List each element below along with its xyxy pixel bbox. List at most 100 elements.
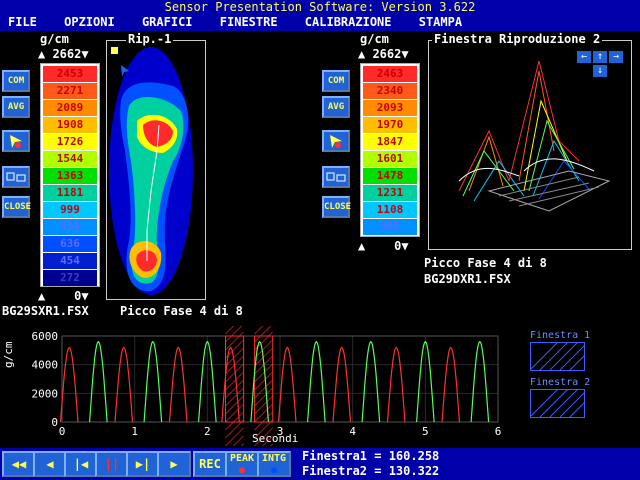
right-unit-label: g/cm: [360, 32, 389, 46]
right-3d-window: ← ↑ → ↓: [428, 40, 632, 250]
window-toggle-button[interactable]: [2, 166, 30, 188]
peak-label: PEAK: [229, 453, 255, 464]
left-scale-cell: 2271: [43, 83, 97, 99]
left-scale-cell: 1726: [43, 134, 97, 150]
rewind-fast-button[interactable]: ◀◀: [2, 451, 36, 477]
arrow-left-icon[interactable]: ←: [577, 51, 591, 63]
series-1-peak: [114, 346, 134, 423]
avg-button[interactable]: AVG: [2, 96, 30, 118]
left-footprint-window: [106, 40, 206, 300]
com-button[interactable]: COM: [2, 70, 30, 92]
rewind-button[interactable]: ◀: [33, 451, 67, 477]
right-min-label[interactable]: ▲ 0▼: [358, 240, 409, 253]
series-1-peak: [168, 346, 188, 423]
arrow-down-icon[interactable]: ↓: [593, 65, 607, 77]
cursor-tool-button[interactable]: [2, 130, 30, 152]
menu-calibrazione[interactable]: CALIBRAZIONE: [305, 15, 392, 29]
left-window-title: Rip.-1: [126, 32, 174, 46]
hatch-line: [225, 403, 244, 423]
avg-button-2[interactable]: AVG: [322, 96, 350, 118]
left-scale-cell: 818: [43, 219, 97, 235]
app-title: Sensor Presentation Software: Version 3.…: [0, 0, 640, 14]
series-2-peak: [361, 340, 381, 423]
x-tick-label: 1: [131, 425, 138, 438]
right-scale-cell: 2463: [363, 66, 417, 82]
cursor-tool-button-2[interactable]: [322, 130, 350, 152]
left-min-label[interactable]: ▲ 0▼: [38, 290, 89, 303]
hatch-line: [254, 371, 273, 391]
windows-icon: [6, 172, 26, 182]
legend-finestra2-swatch[interactable]: [530, 389, 586, 419]
left-scale-cell: 272: [43, 270, 97, 286]
hatch-line: [254, 387, 273, 407]
right-scale-cell: 985: [363, 219, 417, 235]
arrow-right-icon[interactable]: →: [609, 51, 623, 63]
right-scale-cell: 1108: [363, 202, 417, 218]
hatch-line: [254, 403, 273, 423]
legend-finestra1-label: Finestra 1: [530, 330, 591, 341]
y-tick-label: 4000: [32, 359, 59, 372]
hatch-line: [225, 411, 244, 431]
left-scale-cell: 2089: [43, 100, 97, 116]
intg-button[interactable]: INTG ●: [257, 451, 291, 477]
left-scale-cell: 1544: [43, 151, 97, 167]
left-color-scale: 2453 2271 2089 1908 1726 1544 1363 1181 999 818 63…: [40, 63, 100, 287]
menu-opzioni[interactable]: OPZIONI: [64, 15, 115, 29]
left-scale-cell: 636: [43, 236, 97, 252]
peak-button[interactable]: PEAK ●: [225, 451, 259, 477]
x-tick-label: 0: [59, 425, 66, 438]
left-scale-cell: 1181: [43, 185, 97, 201]
blue-dot-icon: ●: [270, 465, 278, 476]
intg-label: INTG: [261, 453, 287, 464]
menu-bar: FILE OPZIONI GRAFICI FINESTRE CALIBRAZIO…: [0, 14, 640, 31]
right-scale-cell: 1847: [363, 134, 417, 150]
series-2-peak: [250, 340, 269, 423]
right-window-title: Finestra Riproduzione 2: [432, 32, 603, 46]
series-1-peak: [386, 346, 406, 423]
rec-button[interactable]: REC: [193, 451, 227, 477]
legend-finestra1-swatch[interactable]: [530, 342, 586, 372]
right-max-label[interactable]: ▲ 2662▼: [358, 48, 409, 61]
menu-stampa[interactable]: STAMPA: [419, 15, 462, 29]
hatch-line: [233, 435, 244, 446]
right-phase-label: Picco Fase 4 di 8: [424, 256, 547, 270]
series-2-peak: [89, 340, 108, 423]
pause-button[interactable]: ||: [95, 451, 129, 477]
to-end-button[interactable]: ▶|: [126, 451, 160, 477]
com-button-2[interactable]: COM: [322, 70, 350, 92]
hatch-line: [225, 331, 244, 351]
x-tick-label: 6: [495, 425, 502, 438]
close-button-2[interactable]: CLOSE: [322, 196, 351, 218]
play-button[interactable]: ▶: [157, 451, 191, 477]
left-max-label[interactable]: ▲ 2662▼: [38, 48, 89, 61]
right-scale-cell: 2340: [363, 83, 417, 99]
legend-finestra2-label: Finestra 2: [530, 377, 591, 388]
left-scale-cell: 2453: [43, 66, 97, 82]
menu-file[interactable]: FILE: [8, 15, 37, 29]
y-tick-label: 0: [51, 416, 58, 429]
x-tick-label: 2: [204, 425, 211, 438]
series-1-peak: [441, 346, 461, 423]
series-1-peak: [277, 346, 297, 423]
hatch-line: [225, 326, 242, 343]
right-file-label: BG29DXR1.FSX: [424, 272, 511, 286]
right-scale-cell: 2093: [363, 100, 417, 116]
hatch-line: [225, 387, 244, 407]
left-min-value: 0: [74, 289, 82, 303]
menu-finestre[interactable]: FINESTRE: [220, 15, 278, 29]
y-tick-label: 2000: [32, 387, 59, 400]
chart-ylabel: g/cm: [2, 341, 15, 369]
series-1-peak: [332, 346, 352, 423]
right-color-scale: 2463 2340 2093 1970 1847 1601 1478 1231 1108 985: [360, 63, 420, 237]
to-start-button[interactable]: |◀: [64, 451, 98, 477]
menu-grafici[interactable]: GRAFICI: [142, 15, 193, 29]
pointer-icon: [330, 135, 342, 148]
right-scale-cell: 1231: [363, 185, 417, 201]
close-button[interactable]: CLOSE: [2, 196, 31, 218]
left-phase-label: Picco Fase 4 di 8: [120, 304, 243, 318]
arrow-up-icon[interactable]: ↑: [593, 51, 607, 63]
left-unit-label: g/cm: [40, 32, 69, 46]
window-toggle-button-2[interactable]: [322, 166, 350, 188]
series-1-peak: [59, 346, 79, 423]
y-tick-label: 6000: [32, 330, 59, 343]
